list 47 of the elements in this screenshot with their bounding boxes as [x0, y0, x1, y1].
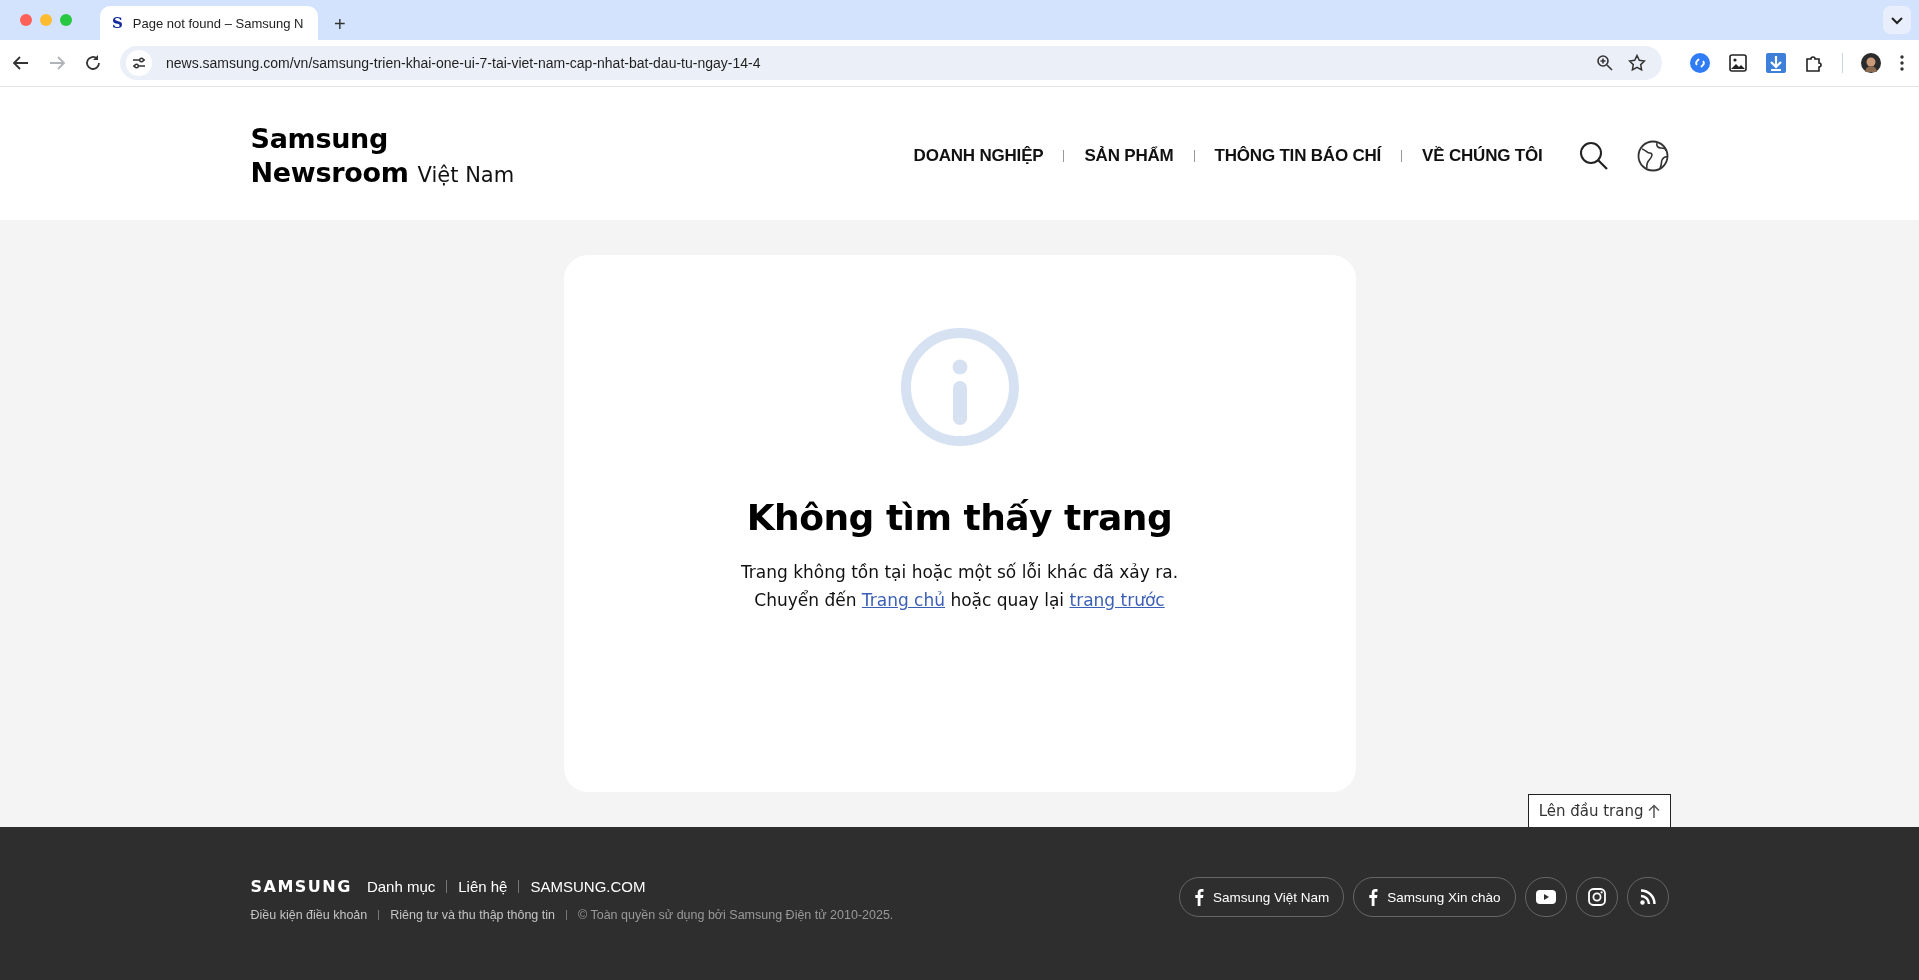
back-icon[interactable] — [12, 54, 30, 72]
logo-text[interactable]: Samsung — [250, 121, 515, 156]
reload-icon[interactable] — [84, 54, 102, 72]
redirect-text: Chuyển đến Trang chủ hoặc quay lại trang trước — [754, 589, 1165, 612]
footer-link[interactable]: Liên hệ — [458, 878, 508, 895]
facebook-icon — [1368, 888, 1379, 906]
region-label: Việt Nam — [417, 162, 515, 187]
rss-icon — [1639, 889, 1656, 905]
puzzle-icon[interactable] — [1804, 53, 1824, 73]
avatar-icon[interactable] — [1861, 53, 1881, 73]
text-link[interactable]: trang trước — [1069, 590, 1165, 610]
star-icon[interactable] — [1628, 54, 1646, 72]
globe-icon[interactable] — [1636, 139, 1669, 172]
download-icon[interactable] — [1766, 53, 1786, 73]
site-settings-icon[interactable] — [126, 50, 152, 76]
facebook-icon — [1194, 888, 1205, 906]
tab-favicon: S — [112, 14, 123, 32]
legal-link[interactable]: Điều kiện điều khoản — [250, 908, 368, 922]
nav-link[interactable]: THÔNG TIN BÁO CHÍ — [1214, 145, 1382, 166]
image-icon[interactable] — [1728, 53, 1748, 73]
nav-link[interactable]: DOANH NGHIỆP — [913, 145, 1044, 166]
nav-link[interactable]: SẢN PHẨM — [1084, 145, 1174, 166]
text-link[interactable]: Trang chủ — [861, 590, 945, 610]
url-text: news.samsung.com/vn/samsung-trien-khai-one-ui-7-tai-viet-nam-cap-nhat-bat-dau-tu-ngay-14-4 — [166, 55, 761, 71]
browser-tab[interactable]: S Page not found – Samsung N — [100, 6, 318, 40]
footer-logo[interactable]: SAMSUNG — [250, 877, 352, 896]
copyright-text: © Toàn quyền sử dụng bởi Samsung Điện tử 2010-2025. — [578, 908, 894, 922]
footer-link[interactable]: SAMSUNG.COM — [530, 878, 646, 895]
search-icon[interactable] — [1578, 140, 1609, 171]
video-play-icon — [1535, 890, 1556, 904]
logo-text[interactable]: Newsroom — [250, 155, 409, 190]
extension-icon[interactable] — [1690, 53, 1710, 73]
legal-link[interactable]: Riêng tư và thu thập thông tin — [390, 908, 555, 922]
new-tab-button[interactable]: + — [334, 14, 346, 34]
zoom-icon[interactable] — [1596, 54, 1614, 72]
menu-icon[interactable] — [1899, 54, 1905, 72]
arrow-up-icon — [1647, 804, 1660, 818]
error-message: Trang không tồn tại hoặc một số lỗi khác đã xảy ra. — [740, 561, 1179, 584]
error-heading: Không tìm thấy trang — [746, 497, 1173, 538]
nav-link[interactable]: VỀ CHÚNG TÔI — [1422, 145, 1543, 166]
info-icon — [899, 327, 1020, 447]
address-bar[interactable]: news.samsung.com/vn/samsung-trien-khai-one-ui-7-tai-viet-nam-cap-nhat-bat-dau-tu-ngay-14-4 — [120, 46, 1662, 80]
tab-search-button[interactable] — [1883, 6, 1911, 34]
tab-title: Page not found – Samsung N — [132, 15, 304, 31]
footer-link[interactable]: Danh mục — [366, 878, 436, 895]
camera-icon — [1587, 888, 1606, 906]
back-to-top-button[interactable]: Lên đầu trang — [1527, 794, 1671, 827]
